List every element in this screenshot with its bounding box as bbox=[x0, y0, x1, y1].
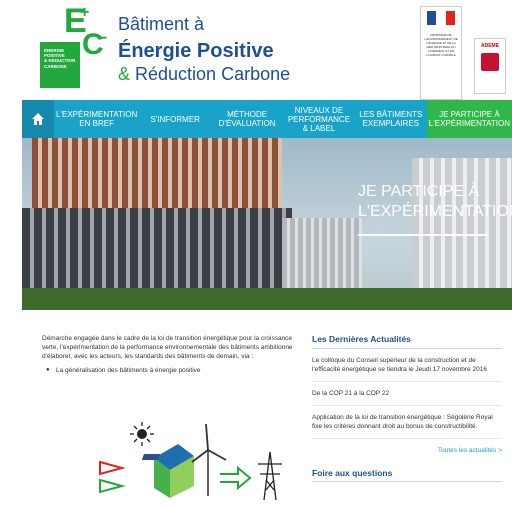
nav-item-experimentation[interactable]: L'expérimentation en bref bbox=[54, 100, 139, 138]
house-icon bbox=[141, 444, 194, 498]
government-logo[interactable]: MINISTÈRE DE L'ENVIRONNEMENT DE L'ÉNERGI… bbox=[420, 6, 462, 100]
site-title-line2: Énergie Positive bbox=[118, 40, 274, 62]
intro-text: Démarche engagée dans le cadre de la loi… bbox=[42, 335, 293, 360]
news-item[interactable]: De la COP 21 à la COP 22 bbox=[312, 382, 502, 406]
power-pylon-icon bbox=[258, 451, 282, 501]
logo-minus-sign: − bbox=[98, 30, 108, 47]
red-arrow-icon bbox=[99, 460, 126, 476]
logo-plus-sign: + bbox=[80, 4, 90, 21]
hero-trees bbox=[22, 288, 512, 310]
intro-bullet: La généralisation des bâtiments à énergi… bbox=[42, 367, 294, 374]
nav-item-batiments[interactable]: Les bâtiments exemplaires bbox=[355, 100, 427, 138]
nav-home-button[interactable] bbox=[22, 100, 54, 138]
flow-arrow-icon bbox=[220, 465, 252, 491]
logo-badge-line: CARBONE bbox=[44, 63, 67, 69]
ademe-logo[interactable]: ADEME bbox=[474, 38, 506, 94]
site-title-line1: Bâtiment à bbox=[118, 14, 205, 34]
ademe-label: ADEME bbox=[480, 43, 500, 49]
all-news-link[interactable]: Toutes les actualités > bbox=[312, 447, 502, 454]
intro-section: Démarche engagée dans le cadre de la loi… bbox=[42, 334, 294, 374]
nav-item-sinformer[interactable]: S'informer bbox=[139, 100, 211, 138]
site-title-line3: & Réduction Carbone bbox=[118, 64, 290, 85]
french-flag-icon bbox=[427, 11, 455, 25]
site-title-line3-text: Réduction Carbone bbox=[135, 64, 291, 84]
ministry-text: MINISTÈRE DE L'ENVIRONNEMENT DE L'ÉNERGI… bbox=[424, 33, 458, 57]
nav-item-niveaux[interactable]: Niveaux de performance & label bbox=[283, 100, 355, 138]
green-arrow-icon bbox=[99, 478, 126, 494]
news-item[interactable]: Le colloque du Conseil supérieur de la c… bbox=[312, 349, 502, 382]
site-title-ampersand: & bbox=[118, 64, 136, 84]
home-icon bbox=[32, 113, 44, 125]
logo-badge-line: & RÉDUCTION bbox=[44, 58, 76, 64]
wind-turbine-icon bbox=[191, 423, 227, 496]
hero-divider bbox=[358, 234, 488, 236]
nav-item-methode[interactable]: Méthode d'évaluation bbox=[211, 100, 283, 138]
ademe-emblem-icon bbox=[481, 53, 499, 71]
main-nav: L'expérimentation en bref S'informer Mét… bbox=[22, 100, 512, 138]
news-heading: Les Dernières Actualités bbox=[312, 334, 502, 349]
hero-title-line1: JE PARTICIPE À bbox=[358, 183, 480, 200]
faq-heading[interactable]: Foire aux questions bbox=[312, 468, 502, 482]
hero-building bbox=[32, 138, 282, 218]
site-header: ÉNERGIE POSITIVE & RÉDUCTION CARBONE E +… bbox=[0, 0, 512, 100]
hero-banner: JE PARTICIPE À L'EXPÉRIMENTATION bbox=[22, 138, 512, 310]
hero-title: JE PARTICIPE À L'EXPÉRIMENTATION bbox=[358, 182, 512, 222]
sun-icon bbox=[130, 422, 154, 446]
nav-item-je-participe[interactable]: Je participe à l'expérimentation bbox=[426, 100, 512, 138]
energy-diagram bbox=[99, 422, 282, 501]
news-sidebar: Les Dernières Actualités Le colloque du … bbox=[312, 334, 502, 482]
logo-badge[interactable]: ÉNERGIE POSITIVE & RÉDUCTION CARBONE bbox=[40, 42, 80, 88]
hero-title-line2: L'EXPÉRIMENTATION bbox=[358, 203, 512, 220]
news-item[interactable]: Application de la loi de transition éner… bbox=[312, 406, 502, 439]
